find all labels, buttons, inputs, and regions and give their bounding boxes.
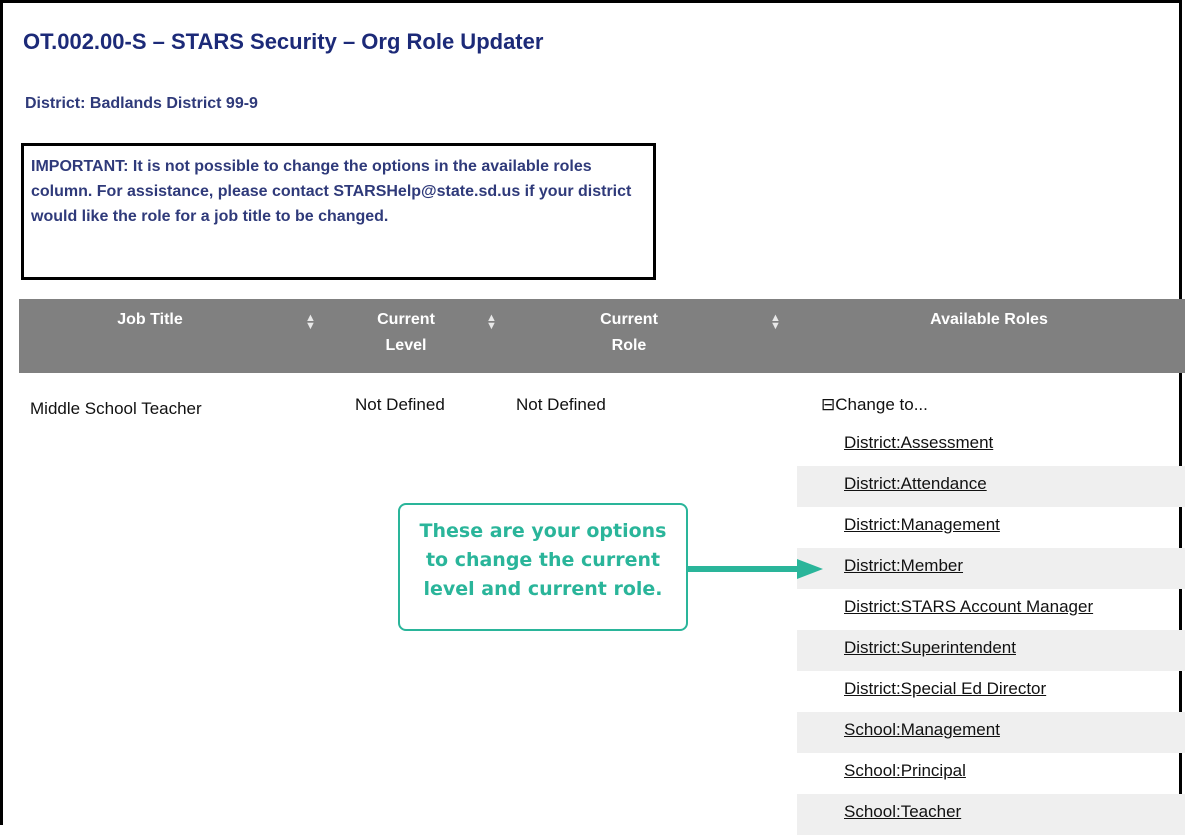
sort-icon[interactable]: ▲ ▼	[770, 313, 781, 332]
list-item: School:Teacher	[797, 794, 1185, 835]
header-current-level-line1: Current	[377, 311, 435, 328]
callout-line: to change the current	[425, 549, 661, 571]
header-job-title[interactable]: Job Title	[75, 307, 225, 333]
list-item: District:Superintendent	[797, 630, 1185, 671]
role-link[interactable]: District:Special Ed Director	[844, 679, 1046, 699]
job-title-cell: Middle School Teacher	[30, 399, 202, 418]
list-item: School:Principal	[797, 753, 1185, 794]
available-roles-list: District:Assessment District:Attendance …	[797, 425, 1185, 835]
collapse-icon[interactable]: ⊟	[821, 395, 835, 414]
list-item: School:Management	[797, 712, 1185, 753]
page-title: OT.002.00-S – STARS Security – Org Role …	[23, 29, 544, 54]
list-item: District:Management	[797, 507, 1185, 548]
sort-icon[interactable]: ▲ ▼	[305, 313, 316, 332]
list-item: District:Attendance	[797, 466, 1185, 507]
role-link[interactable]: School:Principal	[844, 761, 966, 781]
header-available-roles: Available Roles	[930, 311, 1048, 328]
important-notice: IMPORTANT: It is not possible to change …	[21, 143, 656, 280]
change-to-toggle[interactable]: ⊟Change to...	[821, 395, 928, 415]
callout-line: level and current role.	[423, 578, 663, 600]
header-current-role-line1: Current	[600, 311, 658, 328]
list-item: District:Assessment	[797, 425, 1185, 466]
current-level-cell: Not Defined	[355, 395, 445, 414]
role-link[interactable]: District:Attendance	[844, 474, 987, 494]
change-to-label: Change to...	[835, 395, 928, 414]
arrow-right-icon	[687, 559, 823, 579]
role-link[interactable]: District:Superintendent	[844, 638, 1016, 658]
callout-box: These are your options to change the cur…	[398, 503, 688, 631]
role-link[interactable]: School:Management	[844, 720, 1000, 740]
table-header: Job Title ▲ ▼ Current Level ▲ ▼ Current Ro…	[19, 299, 1185, 373]
current-role-cell: Not Defined	[516, 395, 606, 414]
sort-icon[interactable]: ▲ ▼	[486, 313, 497, 332]
role-link[interactable]: District:Management	[844, 515, 1000, 535]
list-item: District:Special Ed Director	[797, 671, 1185, 712]
header-current-level[interactable]: Current Level	[361, 307, 451, 359]
header-current-role-line2: Role	[611, 337, 647, 354]
list-item: District:Member	[797, 548, 1185, 589]
callout-line: These are your options	[419, 520, 667, 542]
header-current-role[interactable]: Current Role	[584, 307, 674, 359]
role-link[interactable]: District:STARS Account Manager	[844, 597, 1093, 617]
role-link[interactable]: School:Teacher	[844, 802, 961, 822]
list-item: District:STARS Account Manager	[797, 589, 1185, 630]
page-frame: OT.002.00-S – STARS Security – Org Role …	[0, 0, 1185, 835]
role-link[interactable]: District:Member	[844, 556, 963, 576]
role-link[interactable]: District:Assessment	[844, 433, 993, 453]
district-label: District: Badlands District 99-9	[25, 95, 258, 112]
header-current-level-line2: Level	[385, 337, 427, 354]
